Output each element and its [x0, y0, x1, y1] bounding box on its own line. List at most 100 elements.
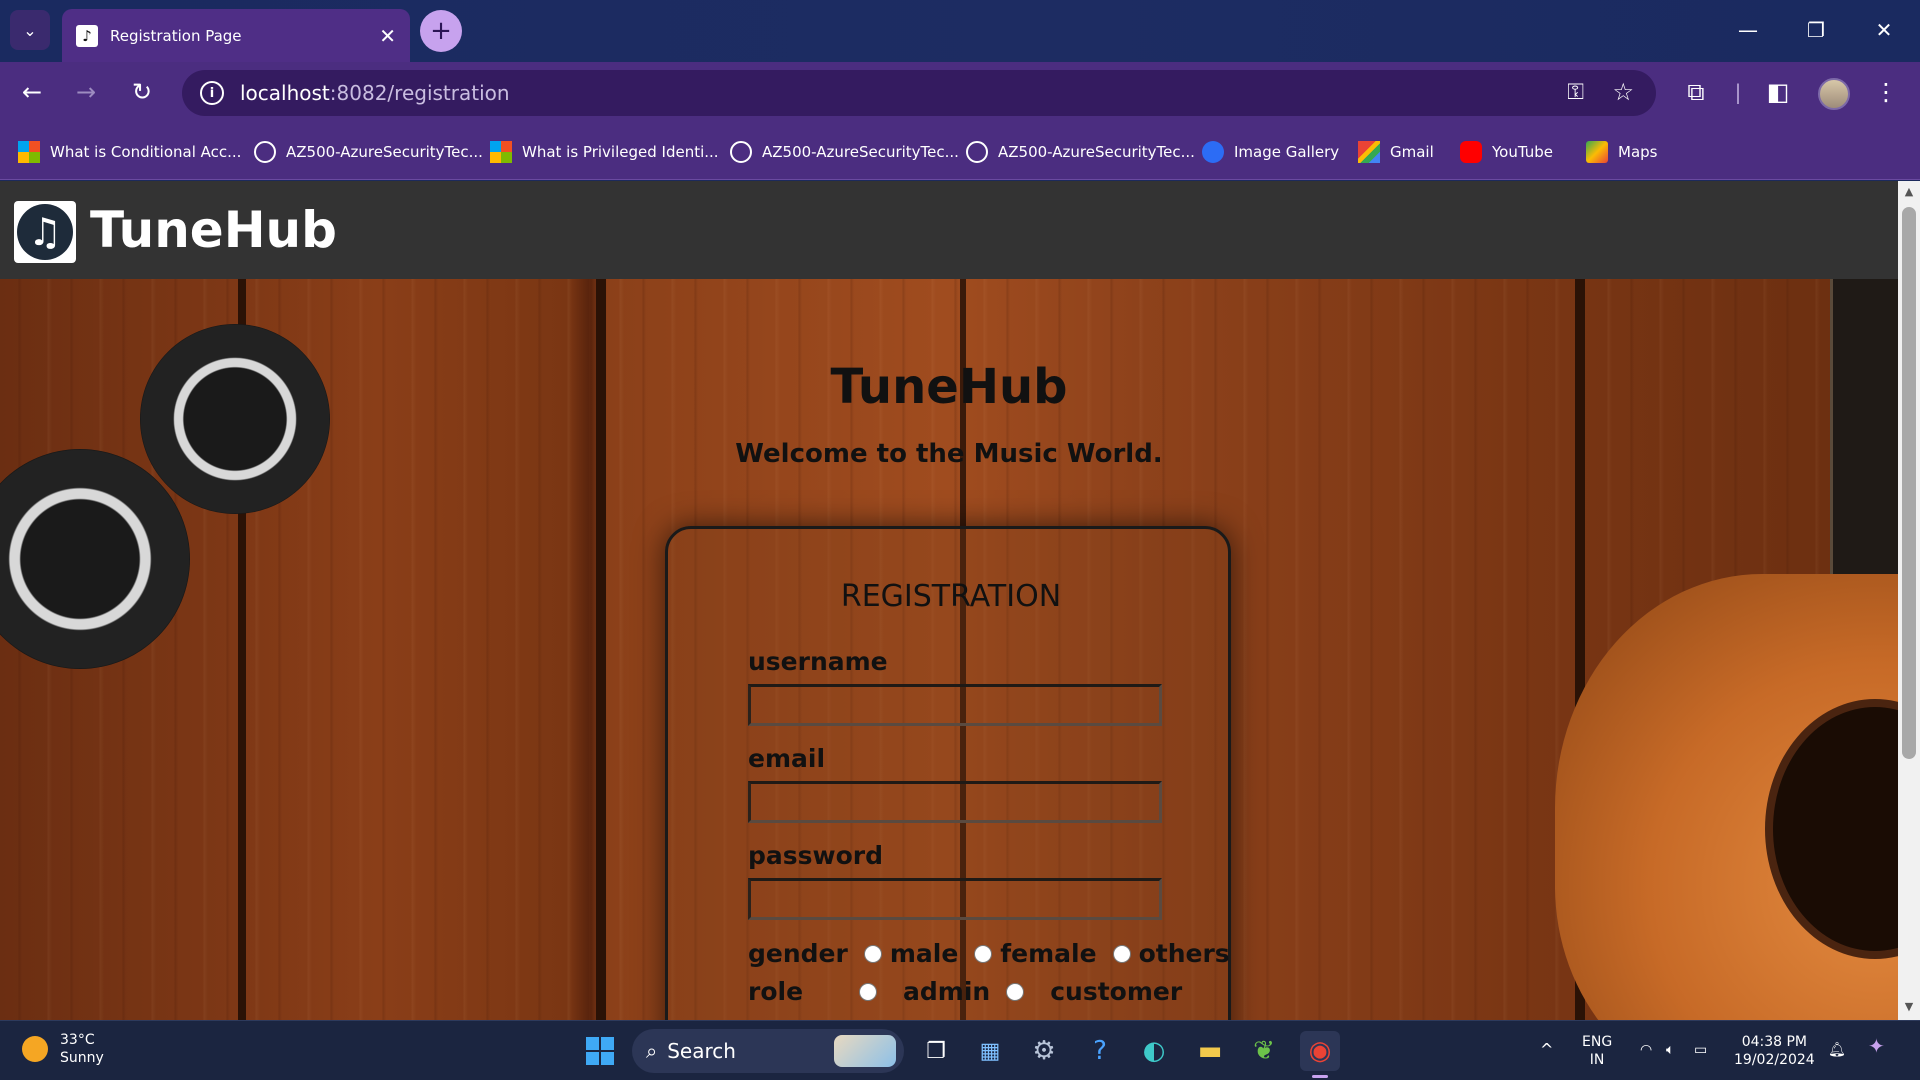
restore-icon: ❐	[1807, 18, 1825, 42]
task-view-button[interactable]: ❐	[916, 1031, 956, 1071]
help-app[interactable]: ?	[1080, 1031, 1120, 1071]
role-admin-label: admin	[903, 977, 991, 1006]
menu-button[interactable]: ⋮	[1868, 74, 1904, 110]
tab-search-button[interactable]: ⌄	[10, 10, 50, 50]
taskbar-search[interactable]: ⌕ Search	[632, 1029, 904, 1073]
profile-avatar[interactable]	[1818, 78, 1850, 110]
gmail-icon	[1358, 141, 1380, 163]
bookmark-label: YouTube	[1492, 143, 1553, 161]
edge-app[interactable]: ◐	[1134, 1031, 1174, 1071]
globe-icon	[730, 141, 752, 163]
new-tab-button[interactable]: +	[420, 10, 462, 52]
clock[interactable]: 04:38 PM 19/02/2024	[1734, 1033, 1815, 1069]
chrome-app[interactable]: ◉	[1300, 1031, 1340, 1071]
reload-icon: ↻	[131, 78, 153, 106]
bookmark-item[interactable]: AZ500-AzureSecurityTec...	[254, 140, 483, 164]
youtube-icon	[1460, 141, 1482, 163]
bookmark-label: What is Privileged Identi...	[522, 143, 719, 161]
spring-tool-app[interactable]: ❦	[1244, 1031, 1284, 1071]
store-app[interactable]: ▦	[970, 1031, 1010, 1071]
gender-male-label: male	[889, 939, 959, 968]
bookmark-label: Image Gallery	[1234, 143, 1340, 161]
browser-toolbar: ← → ↻ i localhost :8082/registration ⚿ ☆…	[0, 62, 1920, 122]
close-window-button[interactable]: ✕	[1862, 10, 1906, 50]
bookmark-item[interactable]: YouTube	[1460, 140, 1553, 164]
chrome-icon: ◉	[1308, 1036, 1332, 1066]
back-button[interactable]: ←	[14, 74, 50, 110]
settings-app[interactable]: ⚙	[1024, 1031, 1064, 1071]
puzzle-icon: ⧉	[1687, 78, 1705, 106]
site-brand: TuneHub	[90, 201, 337, 259]
bookmark-item[interactable]: What is Conditional Acc...	[18, 140, 241, 164]
show-hidden-icons-button[interactable]: ^	[1540, 1041, 1553, 1059]
notification-bell-icon[interactable]: 🔔︎	[1828, 1041, 1846, 1059]
weather-description: Sunny	[60, 1050, 104, 1066]
side-panel-icon: ◧	[1766, 78, 1790, 106]
minimize-button[interactable]: —	[1726, 10, 1770, 50]
folder-icon: ▬	[1197, 1036, 1223, 1066]
volume-icon[interactable]: 🔈︎	[1666, 1041, 1674, 1059]
maps-icon	[1586, 141, 1608, 163]
side-panel-button[interactable]: ◧	[1760, 74, 1796, 110]
url-host: localhost	[240, 81, 330, 105]
store-icon: ▦	[979, 1038, 1001, 1064]
microsoft-icon	[18, 141, 40, 163]
gender-others-radio[interactable]	[1112, 944, 1131, 963]
bookmark-item[interactable]: What is Privileged Identi...	[490, 140, 719, 164]
forward-button[interactable]: →	[68, 74, 104, 110]
password-label: password	[748, 841, 884, 870]
role-customer-label: customer	[1050, 977, 1183, 1006]
bookmark-star-icon[interactable]: ☆	[1612, 78, 1634, 106]
clock-time: 04:38 PM	[1741, 1034, 1808, 1050]
bookmark-item[interactable]: AZ500-AzureSecurityTec...	[966, 140, 1195, 164]
site-logo[interactable]: ♫	[14, 201, 76, 263]
bookmark-label: AZ500-AzureSecurityTec...	[998, 143, 1195, 161]
site-info-icon[interactable]: i	[200, 81, 224, 105]
email-input[interactable]	[748, 781, 1162, 823]
gender-male-radio[interactable]	[863, 944, 882, 963]
bookmark-item[interactable]: Gmail	[1358, 140, 1434, 164]
role-label: role	[748, 977, 804, 1006]
restore-button[interactable]: ❐	[1794, 10, 1838, 50]
gear-icon: ⚙	[1032, 1036, 1056, 1066]
username-input[interactable]	[748, 684, 1162, 726]
role-admin-radio[interactable]	[859, 982, 878, 1001]
scroll-up-arrow-icon[interactable]: ▲	[1898, 185, 1920, 201]
reload-button[interactable]: ↻	[124, 74, 160, 110]
arrow-left-icon: ←	[21, 78, 43, 106]
scroll-thumb[interactable]	[1902, 207, 1916, 759]
battery-icon[interactable]: ▭	[1694, 1041, 1707, 1059]
bookmark-item[interactable]: Image Gallery	[1202, 140, 1339, 164]
tab-close-icon[interactable]: ✕	[379, 24, 396, 48]
start-button[interactable]	[580, 1031, 620, 1071]
microsoft-icon	[490, 141, 512, 163]
wifi-icon[interactable]: ◠	[1640, 1041, 1652, 1059]
browser-tab-active[interactable]: ♪ Registration Page ✕	[62, 9, 410, 62]
globe-icon	[966, 141, 988, 163]
weather-temperature: 33°C	[60, 1032, 95, 1048]
copilot-icon[interactable]: ✦	[1868, 1036, 1885, 1056]
scroll-down-arrow-icon[interactable]: ▼	[1898, 1000, 1920, 1016]
file-explorer-app[interactable]: ▬	[1190, 1031, 1230, 1071]
page-scrollbar[interactable]: ▲ ▼	[1898, 181, 1920, 1020]
extensions-button[interactable]: ⧉	[1678, 74, 1714, 110]
task-view-icon: ❐	[926, 1038, 946, 1064]
chevron-up-icon: ^	[1540, 1040, 1554, 1059]
hero-background: TuneHub Welcome to the Music World. REGI…	[0, 279, 1898, 1020]
password-input[interactable]	[748, 878, 1162, 920]
region-code: IN	[1589, 1052, 1605, 1068]
bookmark-item[interactable]: Maps	[1586, 140, 1657, 164]
bookmarks-bar: What is Conditional Acc... AZ500-AzureSe…	[0, 122, 1920, 180]
gallery-icon	[1202, 141, 1224, 163]
weather-widget[interactable]: 33°C Sunny	[22, 1031, 104, 1067]
address-bar[interactable]: i localhost :8082/registration ⚿ ☆	[182, 70, 1656, 116]
clock-date: 19/02/2024	[1734, 1052, 1815, 1068]
email-label: email	[748, 744, 826, 773]
active-app-indicator	[1312, 1075, 1328, 1078]
music-note-icon: ♫	[17, 204, 73, 260]
password-key-icon[interactable]: ⚿	[1567, 80, 1584, 105]
gender-female-radio[interactable]	[974, 944, 993, 963]
role-customer-radio[interactable]	[1006, 982, 1025, 1001]
bookmark-item[interactable]: AZ500-AzureSecurityTec...	[730, 140, 959, 164]
language-indicator[interactable]: ENG IN	[1582, 1033, 1612, 1069]
